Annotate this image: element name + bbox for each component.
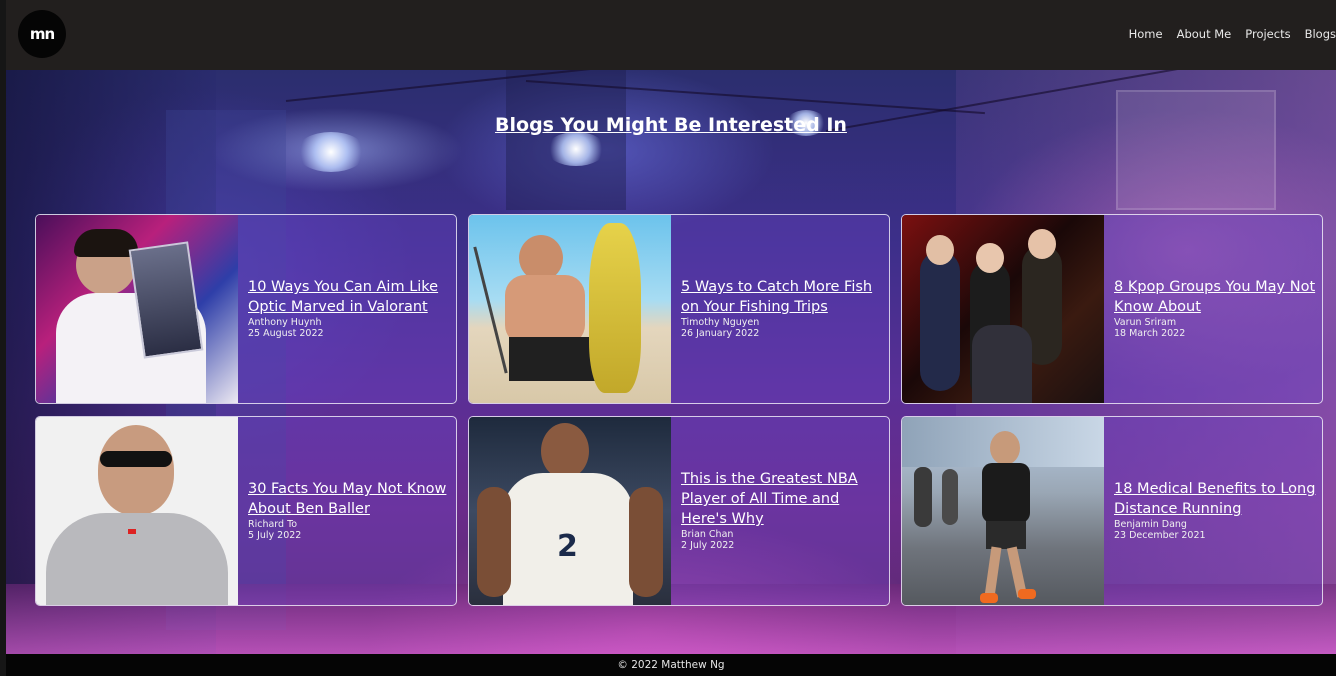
blog-date: 5 July 2022 bbox=[248, 530, 302, 541]
blog-card[interactable]: 8 Kpop Groups You May Not Know About Var… bbox=[901, 214, 1323, 404]
site-logo[interactable]: mn bbox=[18, 10, 66, 58]
blog-title-link[interactable]: 10 Ways You Can Aim Like Optic Marved in… bbox=[248, 277, 454, 317]
blog-date: 26 January 2022 bbox=[681, 328, 760, 339]
blog-thumbnail-fishing bbox=[469, 215, 671, 403]
blog-thumbnail-valorant bbox=[36, 215, 238, 403]
blog-author: Varun Sriram bbox=[1114, 317, 1177, 328]
blog-thumbnail-nba: 2 bbox=[469, 417, 671, 605]
blog-author: Brian Chan bbox=[681, 529, 734, 540]
blog-card[interactable]: 2 This is the Greatest NBA Player of All… bbox=[468, 416, 890, 606]
page: mn Home About Me Projects Blogs Blogs Yo… bbox=[6, 0, 1336, 676]
blog-thumbnail-ben-baller bbox=[36, 417, 238, 605]
blog-date: 2 July 2022 bbox=[681, 540, 735, 551]
blog-card[interactable]: 10 Ways You Can Aim Like Optic Marved in… bbox=[35, 214, 457, 404]
blog-card[interactable]: 30 Facts You May Not Know About Ben Ball… bbox=[35, 416, 457, 606]
blog-thumbnail-running bbox=[902, 417, 1104, 605]
blog-title-link[interactable]: 8 Kpop Groups You May Not Know About bbox=[1114, 277, 1320, 317]
blog-author: Benjamin Dang bbox=[1114, 519, 1187, 530]
blog-title-link[interactable]: 5 Ways to Catch More Fish on Your Fishin… bbox=[681, 277, 887, 317]
blog-author: Richard To bbox=[248, 519, 298, 530]
blog-date: 18 March 2022 bbox=[1114, 328, 1186, 339]
blog-thumbnail-kpop bbox=[902, 215, 1104, 403]
blog-date: 23 December 2021 bbox=[1114, 530, 1206, 541]
site-footer: © 2022 Matthew Ng bbox=[6, 654, 1336, 676]
site-header: mn Home About Me Projects Blogs bbox=[6, 0, 1336, 70]
logo-text: mn bbox=[29, 25, 55, 43]
copyright-text: © 2022 Matthew Ng bbox=[617, 659, 725, 671]
nav-home[interactable]: Home bbox=[1129, 27, 1163, 41]
blog-author: Timothy Nguyen bbox=[681, 317, 760, 328]
nav-projects[interactable]: Projects bbox=[1245, 27, 1290, 41]
nav-about-me[interactable]: About Me bbox=[1177, 27, 1232, 41]
main-nav: Home About Me Projects Blogs bbox=[1129, 27, 1336, 41]
blog-card[interactable]: 5 Ways to Catch More Fish on Your Fishin… bbox=[468, 214, 890, 404]
bg-window-right bbox=[1116, 90, 1276, 210]
blog-title-link[interactable]: 30 Facts You May Not Know About Ben Ball… bbox=[248, 479, 454, 519]
bg-street-lamp bbox=[296, 132, 366, 172]
bg-power-line bbox=[285, 70, 704, 102]
section-title: Blogs You Might Be Interested In bbox=[495, 114, 847, 136]
blog-card[interactable]: 18 Medical Benefits to Long Distance Run… bbox=[901, 416, 1323, 606]
nav-blogs[interactable]: Blogs bbox=[1305, 27, 1336, 41]
blog-title-link[interactable]: This is the Greatest NBA Player of All T… bbox=[681, 469, 887, 529]
bg-street-lamp bbox=[546, 132, 606, 166]
blog-title-link[interactable]: 18 Medical Benefits to Long Distance Run… bbox=[1114, 479, 1320, 519]
blog-date: 25 August 2022 bbox=[248, 328, 324, 339]
blog-author: Anthony Huynh bbox=[248, 317, 322, 328]
